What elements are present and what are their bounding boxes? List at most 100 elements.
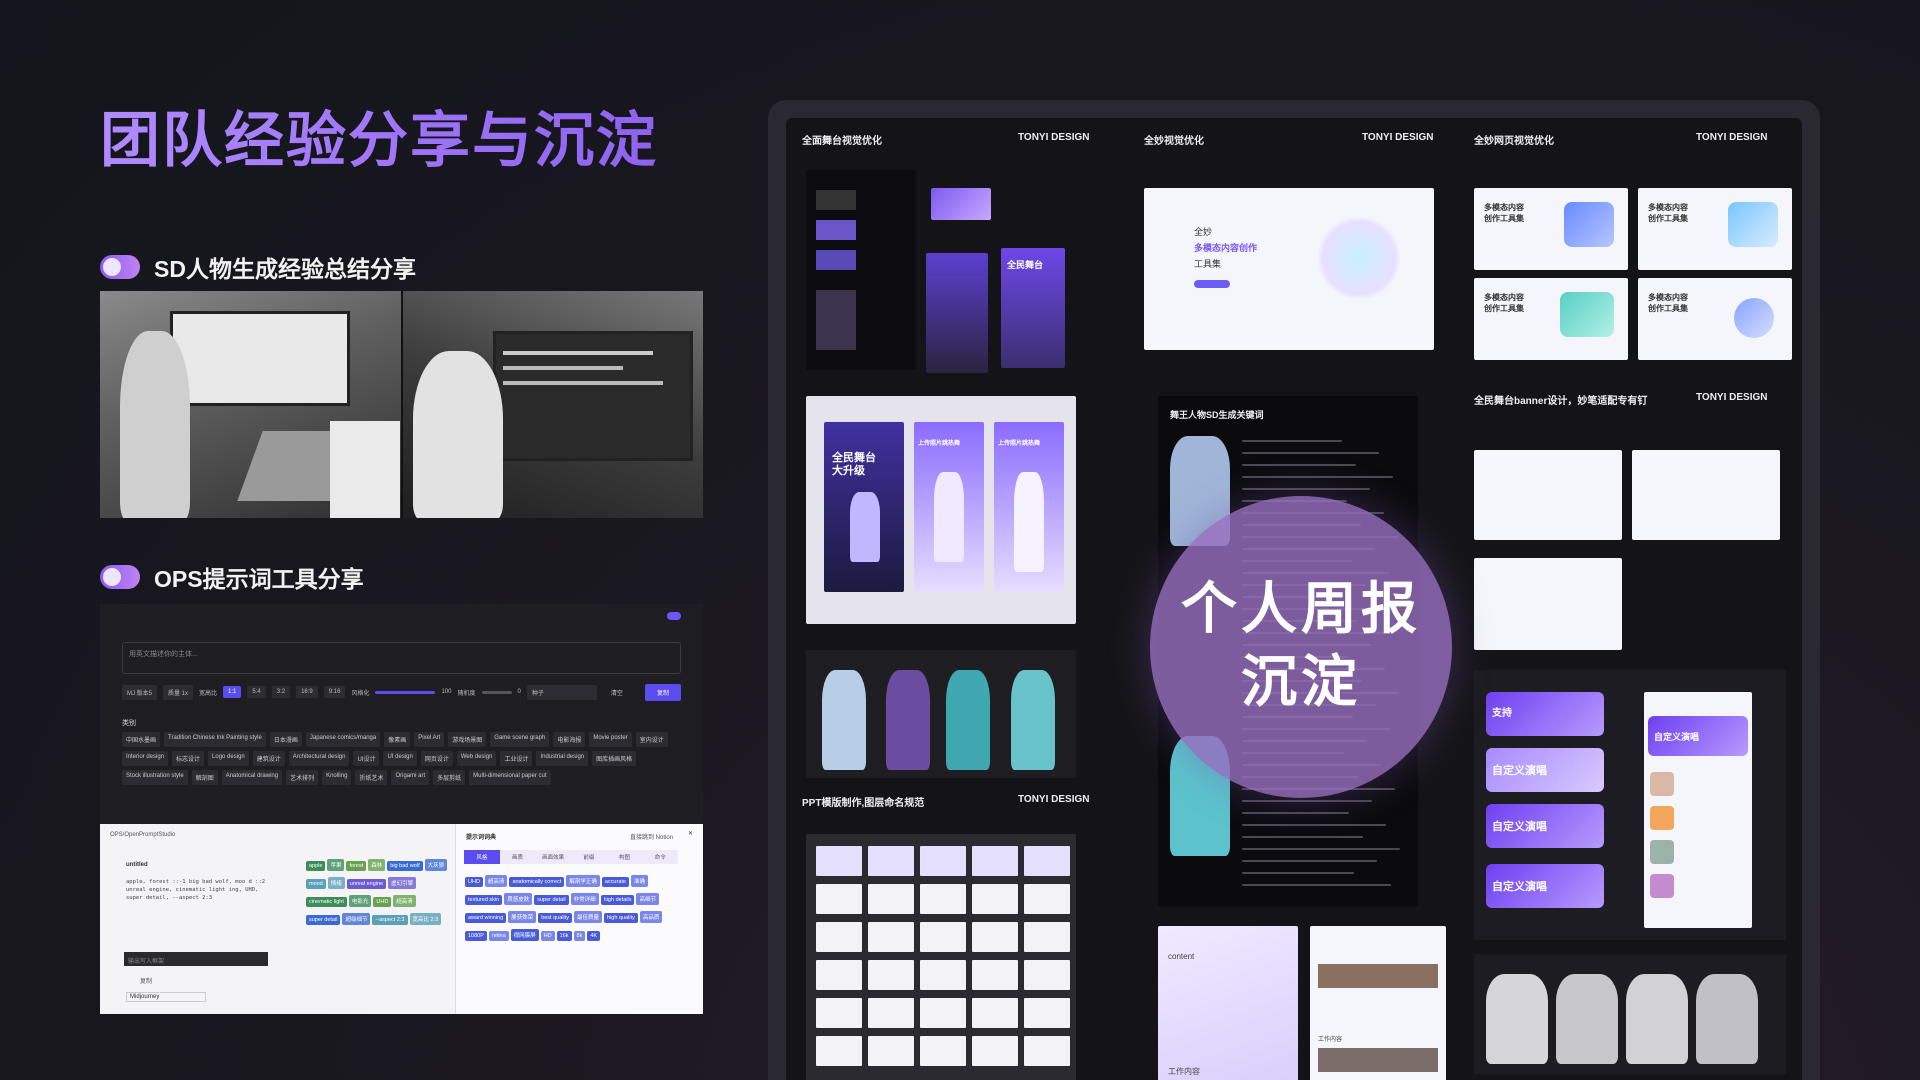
category-tag[interactable]: 中国水墨画 — [122, 732, 161, 747]
dict-tab[interactable]: 风格 — [464, 850, 500, 864]
stylize-slider[interactable] — [375, 690, 436, 694]
dict-chip[interactable]: 视网膜屏 — [510, 929, 539, 941]
dict-chip[interactable]: HD — [540, 931, 555, 941]
ratio-9-16[interactable]: 9:16 — [323, 686, 346, 698]
prompt-chip[interactable]: unreal engine — [346, 879, 387, 889]
dict-chip[interactable]: 质感皮肤 — [504, 893, 533, 905]
category-tag[interactable]: 日本漫画 — [269, 732, 302, 747]
dict-chip[interactable]: 高品质 — [639, 911, 663, 923]
dict-chip[interactable]: textured skin — [465, 895, 503, 905]
prompt-chip[interactable]: 超级细节 — [342, 913, 371, 925]
category-tag[interactable]: UI设计 — [353, 751, 380, 766]
category-tag[interactable]: Tradition Chinese Ink Painting style — [164, 732, 266, 747]
prompt-chip[interactable]: 虚幻引擎 — [388, 877, 417, 889]
studio-copy-button[interactable]: 复制 — [140, 976, 152, 985]
ratio-5-4[interactable]: 5:4 — [247, 686, 266, 698]
category-tag[interactable]: 艺术排列 — [286, 770, 319, 785]
dict-chip[interactable]: award winning — [465, 913, 507, 923]
language-toggle-icon[interactable] — [667, 612, 681, 620]
dict-chip[interactable]: 4K — [587, 931, 601, 941]
ratio-16-9[interactable]: 16:9 — [296, 686, 318, 698]
category-tag[interactable]: Architectural design — [288, 751, 350, 766]
category-tag[interactable]: 游戏场景图 — [448, 732, 487, 747]
dict-chip[interactable]: UHD — [465, 877, 483, 887]
category-tag[interactable]: Origami art — [391, 770, 430, 785]
category-tag[interactable]: Japanese comics/manga — [305, 732, 381, 747]
category-tag[interactable]: 室内设计 — [635, 732, 668, 747]
category-tag[interactable]: 电影海报 — [553, 732, 586, 747]
dict-chip[interactable]: 最佳质量 — [574, 911, 603, 923]
dict-chip[interactable]: 解剖学正确 — [566, 875, 600, 887]
dict-chip[interactable]: 16k — [556, 931, 572, 941]
dict-chip[interactable]: 超高清 — [484, 875, 508, 887]
category-tag[interactable]: Interior design — [122, 751, 169, 766]
prompt-chip[interactable]: 电影光 — [348, 895, 372, 907]
dict-chip[interactable]: accurate — [601, 877, 629, 887]
dict-tab[interactable]: 画质 — [500, 850, 536, 864]
prompt-chip[interactable]: 宽高比 2:3 — [409, 913, 442, 925]
category-tag[interactable]: 图库插画风格 — [592, 751, 637, 766]
hero-cta-button[interactable] — [1194, 280, 1230, 288]
dict-tab[interactable]: 前缀 — [571, 850, 607, 864]
category-tag[interactable]: UI design — [383, 751, 417, 766]
prompt-chip[interactable]: UHD — [373, 897, 392, 907]
category-tag[interactable]: Knolling — [322, 770, 352, 785]
category-tag[interactable]: Web design — [456, 751, 497, 766]
quality-select[interactable]: 质量 1x — [163, 684, 194, 700]
category-tag[interactable]: Multi-dimensional paper cut — [469, 770, 551, 785]
dict-chip[interactable]: anatomically correct — [509, 877, 565, 887]
category-tag[interactable]: 建筑设计 — [252, 751, 285, 766]
dict-chip[interactable]: 8k — [573, 931, 586, 941]
clear-button[interactable]: 清空 — [603, 684, 631, 701]
category-tag[interactable]: Movie poster — [589, 732, 632, 747]
category-tag[interactable]: 解剖图 — [191, 770, 218, 785]
category-tag[interactable]: 网页设计 — [420, 751, 453, 766]
category-tag[interactable]: Pixel Art — [414, 732, 445, 747]
dict-chip[interactable]: high details — [600, 895, 635, 905]
category-tag[interactable]: 工业设计 — [500, 751, 533, 766]
category-tag[interactable]: Game scene graph — [490, 732, 550, 747]
ratio-3-2[interactable]: 3:2 — [271, 686, 291, 698]
doc-text[interactable]: apple, forest ::-1 big bad wolf, moo d :… — [126, 878, 266, 902]
dict-chip[interactable]: 屡获殊荣 — [508, 911, 537, 923]
model-select[interactable]: Midjourney — [126, 992, 206, 1002]
category-tag[interactable]: Anatomical drawing — [221, 770, 283, 785]
ratio-1-1[interactable]: 1:1 — [223, 686, 242, 698]
prompt-chip[interactable]: forest — [346, 861, 367, 871]
prompt-chip[interactable]: 超高清 — [393, 895, 416, 907]
repo-name[interactable]: OPS/OpenPromptStudio — [110, 832, 175, 838]
category-tag[interactable]: Stock illustration style — [122, 770, 188, 785]
prompt-chip[interactable]: 大灰狼 — [424, 859, 448, 871]
prompt-chip[interactable]: mood — [306, 879, 326, 889]
prompt-chip[interactable]: 情绪 — [327, 877, 345, 889]
seed-input[interactable]: 种子 — [526, 684, 597, 700]
dict-chip[interactable]: 准确 — [630, 875, 648, 887]
prompt-chip[interactable]: big bad wolf — [387, 861, 423, 871]
category-tag[interactable]: Logo design — [208, 751, 249, 766]
output-input[interactable]: 输出写入框架 — [124, 952, 268, 966]
prompt-chip[interactable]: 森林 — [368, 859, 386, 871]
prompt-chip[interactable]: cinematic light — [306, 897, 347, 907]
category-tag[interactable]: Industrial design — [536, 751, 589, 766]
dict-chip[interactable]: 1080P — [465, 931, 487, 941]
dict-tab[interactable]: 画面效果 — [535, 850, 571, 864]
dict-chip[interactable]: super detail — [534, 895, 569, 905]
category-tag[interactable]: 标志设计 — [172, 751, 205, 766]
prompt-chip[interactable]: --aspect 2:3 — [372, 915, 408, 925]
notion-link[interactable]: 直接跳到 Notion — [630, 832, 673, 841]
version-select[interactable]: MJ 版本5 — [122, 684, 158, 700]
dict-chip[interactable]: retina — [488, 931, 509, 941]
prompt-chip[interactable]: apple — [306, 861, 326, 871]
dict-tab[interactable]: 构图 — [607, 850, 643, 864]
category-tag[interactable]: 像素画 — [384, 732, 411, 747]
dict-chip[interactable]: best quality — [538, 913, 573, 923]
prompt-input[interactable]: 用英文描述你的主体... — [122, 642, 681, 674]
prompt-chip[interactable]: 苹果 — [327, 859, 345, 871]
dict-chip[interactable]: high quality — [604, 913, 638, 923]
dict-chip[interactable]: 非常详细 — [570, 893, 599, 905]
copy-button[interactable]: 复制 — [644, 683, 681, 701]
category-tag[interactable]: 折纸艺术 — [355, 770, 388, 785]
close-icon[interactable]: ✕ — [688, 830, 693, 837]
prompt-chip[interactable]: super detail — [306, 915, 341, 925]
chaos-slider[interactable] — [481, 690, 512, 694]
